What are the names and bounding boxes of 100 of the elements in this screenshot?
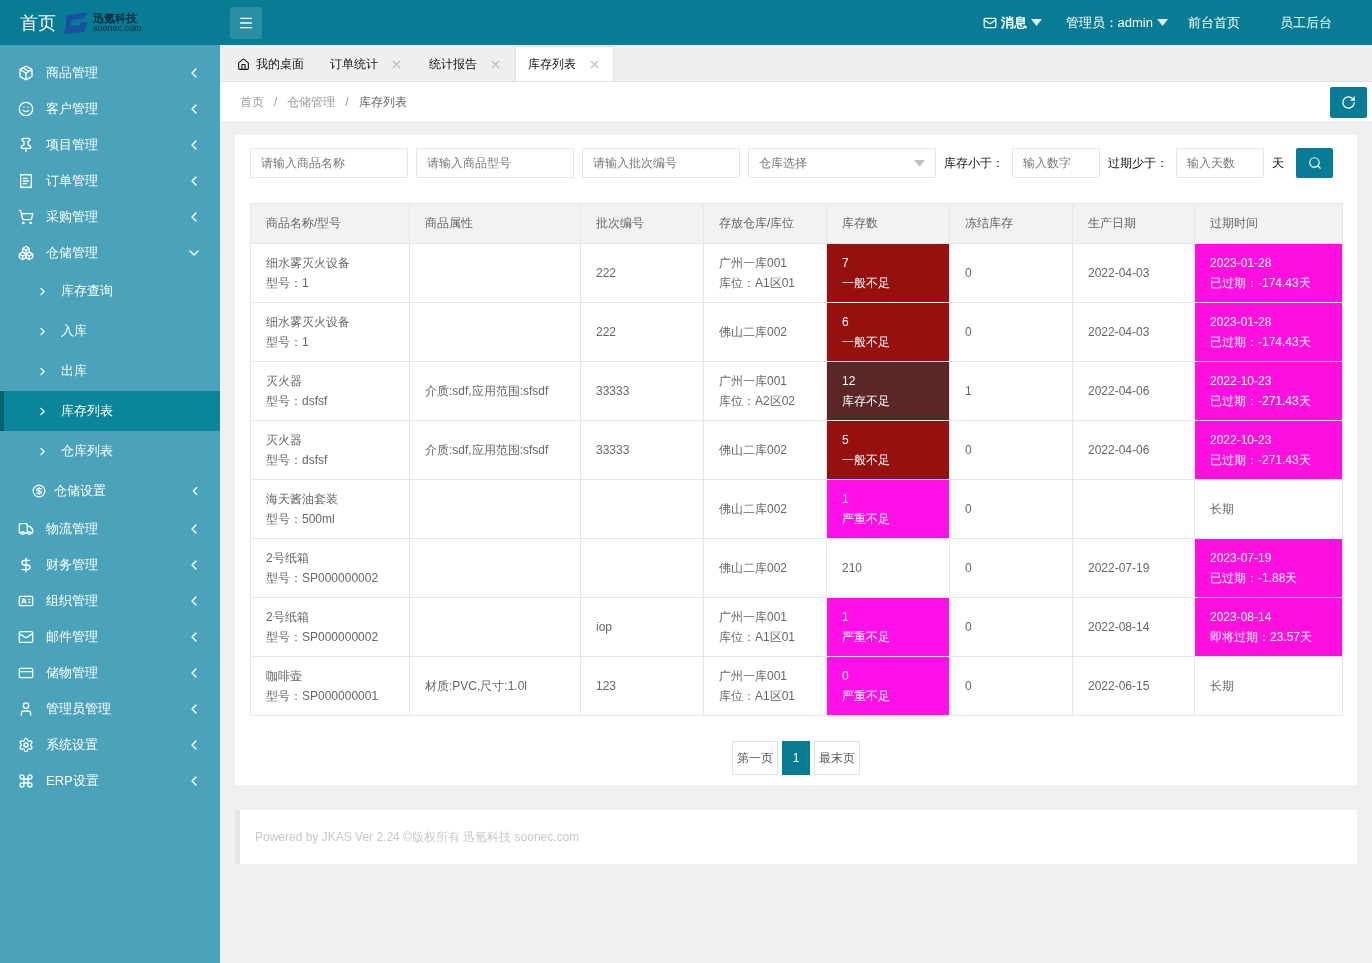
dollar-icon (18, 557, 34, 573)
user-menu[interactable]: 管理员：admin (1065, 13, 1168, 32)
mail-icon (18, 629, 34, 645)
breadcrumb-link[interactable]: 库存列表 (358, 93, 407, 111)
number-field[interactable]: 输入天数 (1176, 148, 1264, 178)
sidebar-item[interactable]: 财务管理 (0, 547, 220, 583)
stock-cell: 6 一般不足 (826, 302, 950, 362)
sidebar-item[interactable]: 项目管理 (0, 127, 220, 163)
expiry-cell: 2023-07-19 已过期：-1.88天 (1194, 538, 1343, 598)
tab[interactable]: 库存列表 (515, 46, 614, 81)
sidebar-item[interactable]: 邮件管理 (0, 619, 220, 655)
filter-label: 过期少于： (1108, 154, 1168, 172)
page-button[interactable]: 最末页 (814, 741, 860, 775)
table-cell: 2号纸箱 型号：SP000000002 (250, 538, 410, 598)
table-cell: 佛山二库002 (703, 302, 827, 362)
table-cell: 灭火器 型号：dsfsf (250, 361, 410, 421)
sidebar-item[interactable]: 客户管理 (0, 91, 220, 127)
tab[interactable]: 统计报告 (416, 46, 515, 81)
stock-cell: 210 (826, 538, 950, 598)
table-cell: 123 (580, 656, 704, 716)
coin-icon (32, 484, 46, 498)
tab[interactable]: 我的桌面 (224, 46, 317, 81)
table-cell: 2号纸箱 型号：SP000000002 (250, 597, 410, 657)
search-field[interactable]: 请输入批次编号 (582, 148, 740, 178)
stock-cell: 1 严重不足 (826, 479, 950, 539)
sidebar-subitem[interactable]: 入库 (0, 311, 220, 351)
expiry-cell: 长期 (1194, 479, 1343, 539)
table-cell: 佛山二库002 (703, 420, 827, 480)
table-cell: 2022-04-06 (1072, 420, 1195, 480)
table-cell: 佛山二库002 (703, 538, 827, 598)
sidebar-subitem[interactable]: 仓储设置 (0, 471, 220, 511)
table-cell: 0 (949, 538, 1073, 598)
table-cell: 0 (949, 597, 1073, 657)
table-cell: 材质:PVC,尺寸:1.0l (409, 656, 581, 716)
sidebar-subitem[interactable]: 库存列表 (0, 391, 220, 431)
table-cell: iop (580, 597, 704, 657)
sidebar-subitem[interactable]: 仓库列表 (0, 431, 220, 471)
logo-name: 迅氪科技 (93, 12, 138, 24)
sidebar-item[interactable]: ERP设置 (0, 763, 220, 799)
sidebar-item[interactable]: 采购管理 (0, 199, 220, 235)
smile-icon (18, 101, 34, 117)
sidebar-item[interactable]: 储物管理 (0, 655, 220, 691)
column-header: 库存数 (826, 203, 950, 244)
search-field[interactable]: 请输入商品型号 (416, 148, 574, 178)
menu-button[interactable] (230, 6, 262, 39)
column-header: 存放仓库/库位 (703, 203, 827, 244)
tab[interactable]: 订单统计 (317, 46, 416, 81)
sidebar-item[interactable]: 组织管理 (0, 583, 220, 619)
column-header: 商品属性 (409, 203, 581, 244)
breadcrumb-link[interactable]: 首页 (240, 93, 264, 111)
sidebar-item[interactable]: 管理员管理 (0, 691, 220, 727)
sidebar-item[interactable]: 商品管理 (0, 55, 220, 91)
breadcrumb-separator: / (274, 95, 278, 109)
breadcrumb-link[interactable]: 仓储管理 (287, 93, 336, 111)
caret-icon (914, 159, 925, 167)
package-icon (18, 65, 34, 81)
stock-cell: 0 严重不足 (826, 656, 950, 716)
nav-link[interactable]: 前台首页 (1188, 13, 1240, 32)
table-cell: 2022-04-03 (1072, 302, 1195, 362)
sidebar-item[interactable]: 仓储管理 (0, 235, 220, 271)
table-cell: 广州一库001 库位：A1区01 (703, 243, 827, 303)
sidebar-subitem[interactable]: 出库 (0, 351, 220, 391)
table-cell: 佛山二库002 (703, 479, 827, 539)
sidebar-item[interactable]: 系统设置 (0, 727, 220, 763)
search-icon (1307, 156, 1322, 170)
page-button[interactable]: 1 (782, 741, 810, 775)
sidebar-item[interactable]: 物流管理 (0, 511, 220, 547)
mail-icon (982, 15, 997, 30)
expiry-cell: 2022-10-23 已过期：-271.43天 (1194, 420, 1343, 480)
boxes-icon (18, 245, 34, 261)
table-cell: 细水雾灭火设备 型号：1 (250, 302, 410, 362)
number-field[interactable]: 输入数字 (1012, 148, 1100, 178)
table-cell: 33333 (580, 361, 704, 421)
table-cell: 介质:sdf,应用范围:sfsdf (409, 361, 581, 421)
search-button[interactable] (1296, 148, 1333, 178)
warehouse-select[interactable]: 仓库选择 (748, 148, 936, 178)
table-cell: 2022-07-19 (1072, 538, 1195, 598)
sidebar-subitem[interactable]: 库存查询 (0, 271, 220, 311)
table-cell: 0 (949, 479, 1073, 539)
expiry-cell: 2022-10-23 已过期：-271.43天 (1194, 361, 1343, 421)
refresh-icon (1341, 94, 1356, 110)
page-button[interactable]: 第一页 (732, 741, 778, 775)
table-cell: 1 (949, 361, 1073, 421)
search-field[interactable]: 请输入商品名称 (250, 148, 408, 178)
table-cell: 33333 (580, 420, 704, 480)
table-cell: 2022-08-14 (1072, 597, 1195, 657)
stock-cell: 1 严重不足 (826, 597, 950, 657)
table-cell: 海天酱油套装 型号：500ml (250, 479, 410, 539)
column-header: 冻结库存 (949, 203, 1073, 244)
table-cell: 222 (580, 243, 704, 303)
home-icon (237, 57, 250, 71)
logo-domain: soonec.com (93, 23, 142, 33)
sidebar-item[interactable]: 订单管理 (0, 163, 220, 199)
messages-menu[interactable]: 消息 (982, 13, 1042, 32)
nav-link[interactable]: 员工后台 (1280, 13, 1332, 32)
refresh-button[interactable] (1330, 86, 1367, 118)
home-title[interactable]: 首页 (20, 10, 56, 35)
pin-icon (18, 137, 34, 153)
filter-label: 天 (1272, 154, 1284, 172)
table-cell: 灭火器 型号：dsfsf (250, 420, 410, 480)
